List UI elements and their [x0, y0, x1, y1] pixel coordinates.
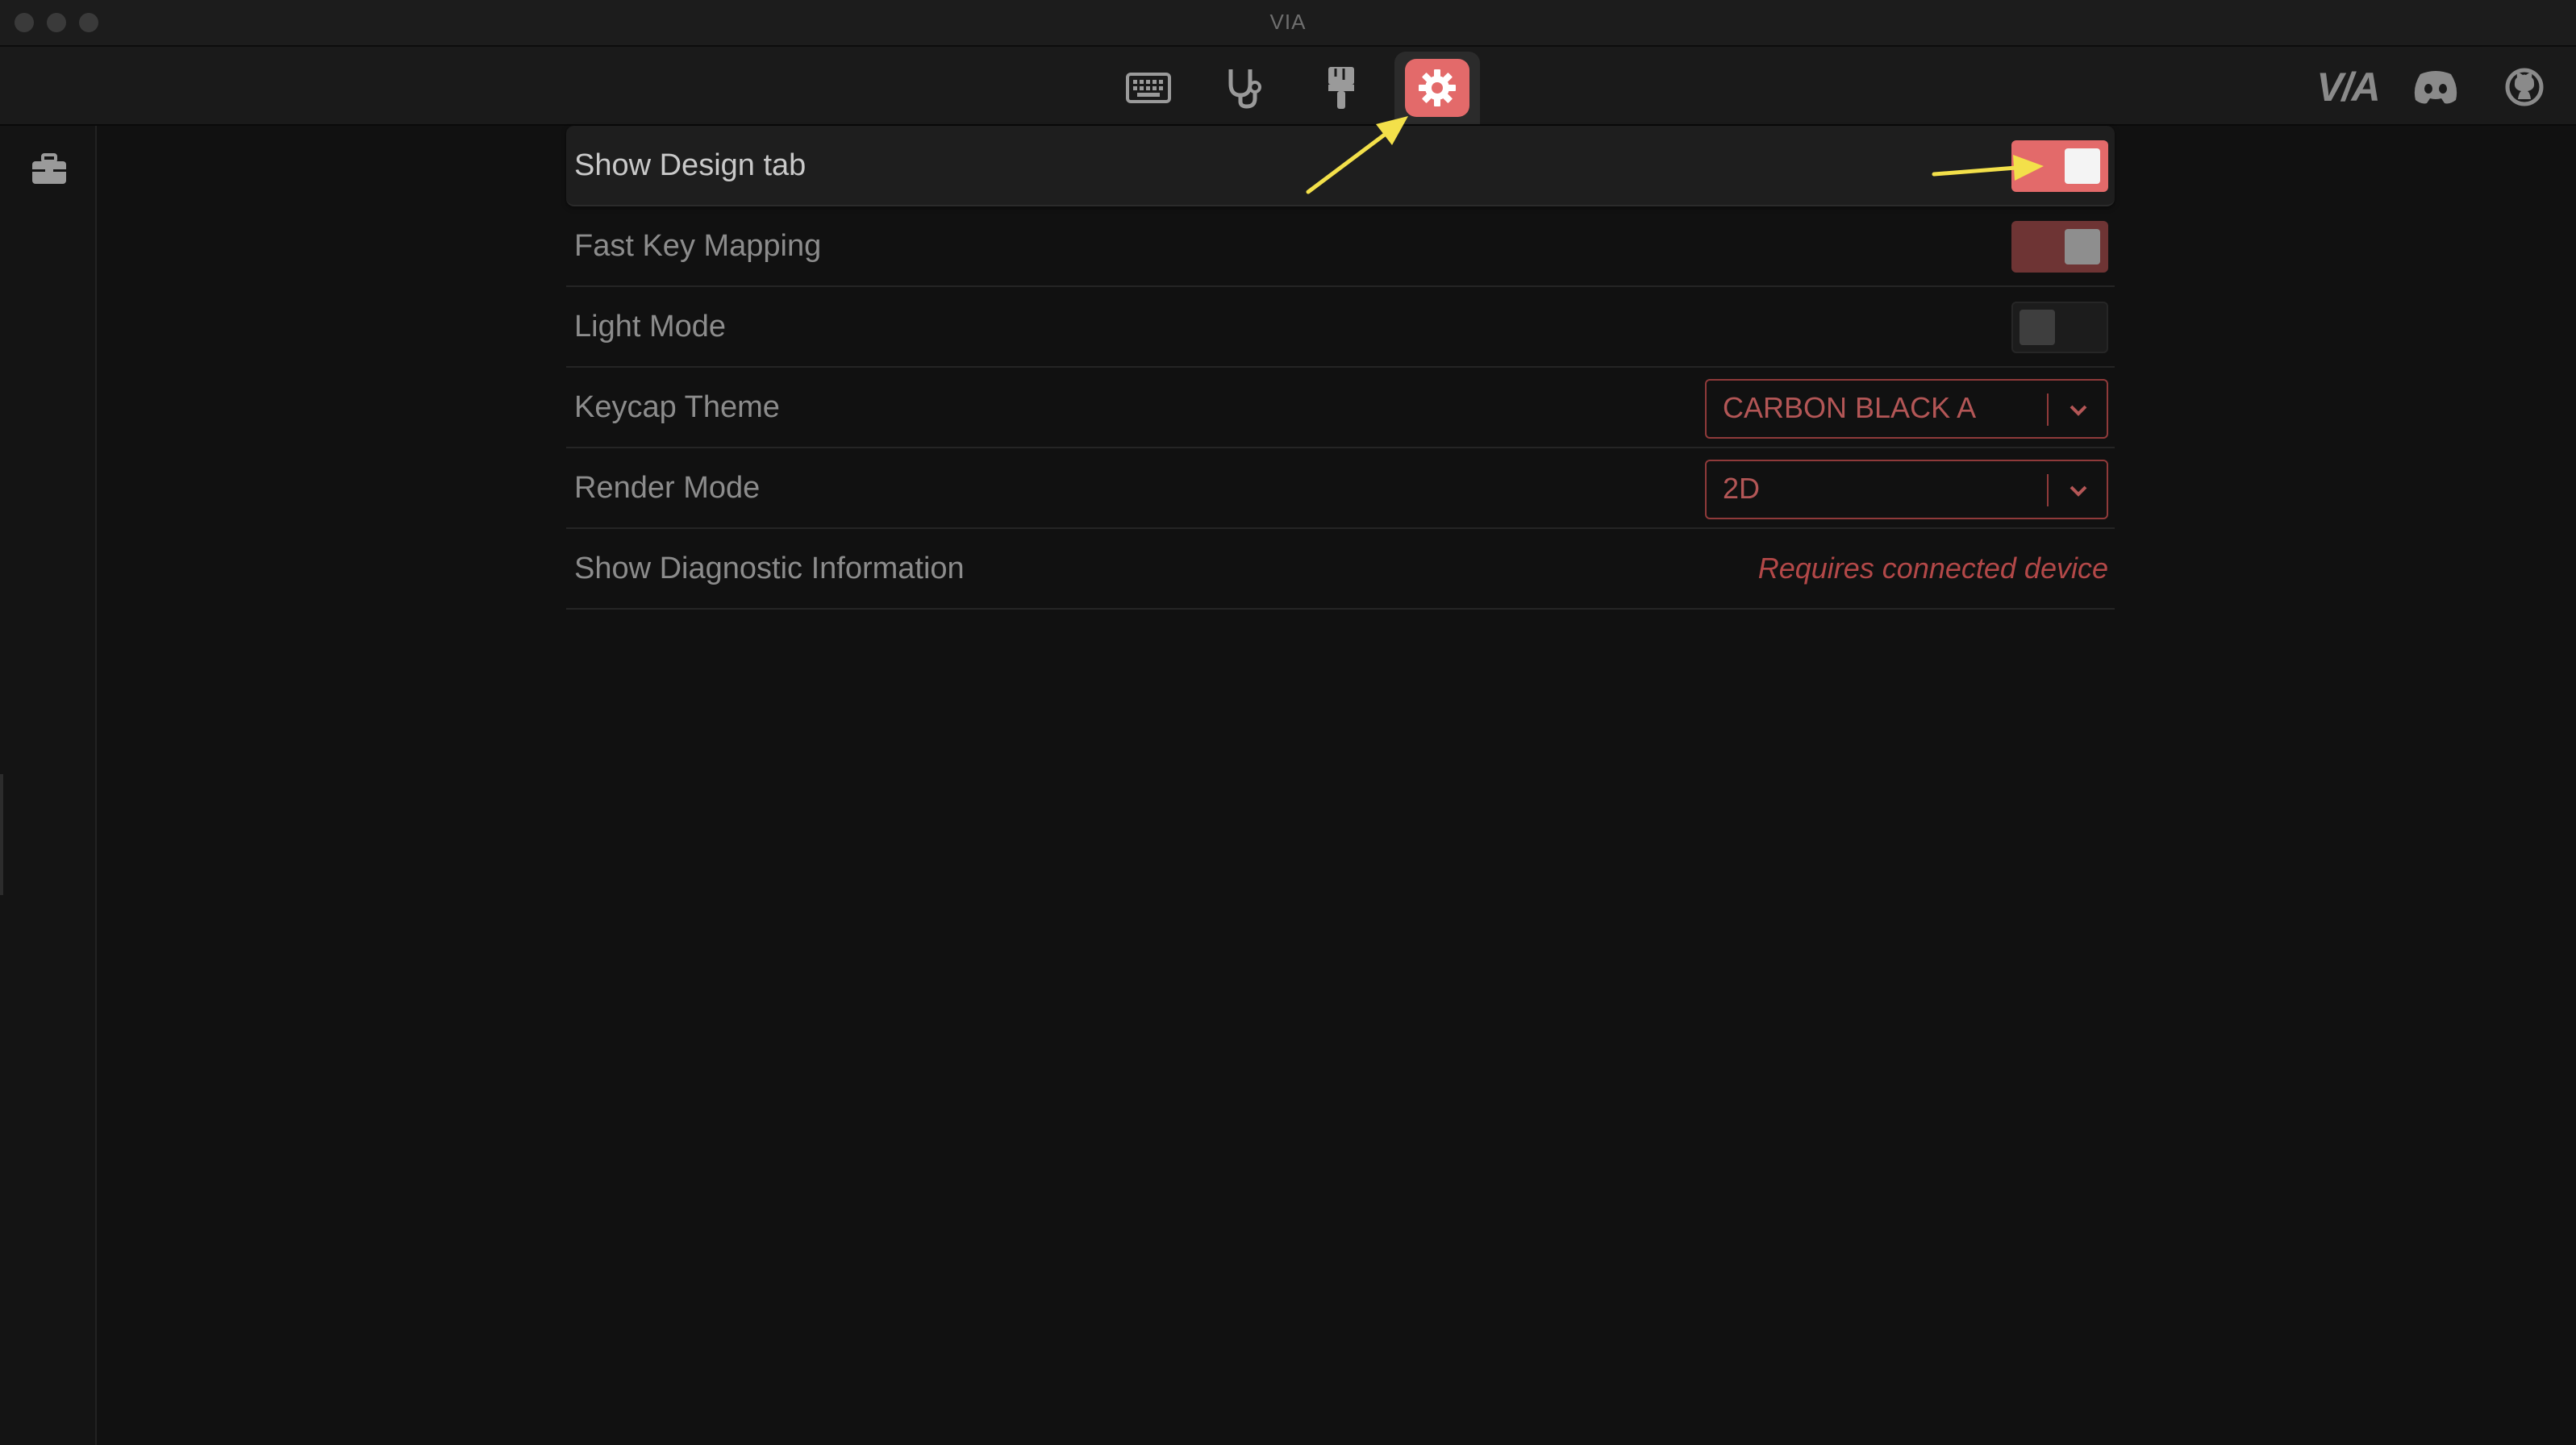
setting-row-show-design-tab: Show Design tab: [566, 126, 2115, 206]
setting-label: Fast Key Mapping: [574, 228, 822, 263]
via-logo: V/A: [2316, 65, 2380, 110]
select-separator: [2047, 474, 2049, 506]
chevron-down-icon: [2070, 485, 2087, 497]
setting-label: Light Mode: [574, 309, 727, 344]
setting-label: Render Mode: [574, 470, 761, 505]
select-value: 2D: [1723, 472, 1761, 505]
keyboard-icon: [1126, 73, 1171, 103]
diagnostic-status-text: Requires connected device: [1757, 552, 2108, 585]
toolbox-icon[interactable]: [31, 153, 68, 185]
settings-panel: Show Design tab Fast Key Mapping Light M…: [566, 126, 2115, 610]
gear-icon: [1419, 69, 1456, 106]
setting-label: Show Design tab: [574, 148, 807, 182]
tab-design[interactable]: [1298, 52, 1384, 124]
tab-test[interactable]: [1202, 52, 1287, 124]
app-window: VIA V/A Show Design tab Fast Key Mapping…: [0, 0, 2576, 1445]
toggle-knob: [2065, 148, 2100, 184]
title-bar: VIA: [0, 0, 2576, 47]
github-link[interactable]: [2502, 65, 2547, 110]
discord-link[interactable]: [2411, 65, 2460, 110]
toggle-knob: [2020, 310, 2055, 345]
tab-configure[interactable]: [1106, 52, 1191, 124]
setting-row-render-mode: Render Mode 2D: [566, 448, 2115, 529]
discord-icon: [2414, 71, 2457, 104]
stethoscope-icon: [1228, 69, 1261, 109]
chevron-down-icon: [2070, 405, 2087, 416]
window-title: VIA: [1269, 10, 1307, 34]
keycap-theme-select[interactable]: CARBON BLACK A: [1705, 379, 2108, 439]
setting-row-keycap-theme: Keycap Theme CARBON BLACK A: [566, 368, 2115, 448]
tab-settings[interactable]: [1394, 52, 1480, 124]
fast-key-mapping-toggle[interactable]: [2011, 221, 2108, 273]
setting-row-show-diagnostic-information: Show Diagnostic Information Requires con…: [566, 529, 2115, 610]
top-toolbar: V/A: [0, 47, 2576, 126]
settings-tab-highlight: [1405, 59, 1469, 117]
select-separator: [2047, 394, 2049, 426]
setting-row-fast-key-mapping: Fast Key Mapping: [566, 206, 2115, 287]
toggle-knob: [2065, 229, 2100, 264]
show-design-tab-toggle[interactable]: [2011, 140, 2108, 192]
left-sidebar: [0, 126, 97, 1445]
setting-row-light-mode: Light Mode: [566, 287, 2115, 368]
setting-label: Keycap Theme: [574, 389, 780, 424]
paintbrush-icon: [1328, 67, 1354, 109]
select-value: CARBON BLACK A: [1723, 391, 1977, 424]
render-mode-select[interactable]: 2D: [1705, 460, 2108, 519]
setting-label: Show Diagnostic Information: [574, 551, 965, 585]
light-mode-toggle[interactable]: [2011, 302, 2108, 353]
github-icon: [2505, 68, 2544, 106]
via-logo-link[interactable]: V/A: [2311, 65, 2384, 110]
window-edge-indicator: [0, 774, 3, 895]
